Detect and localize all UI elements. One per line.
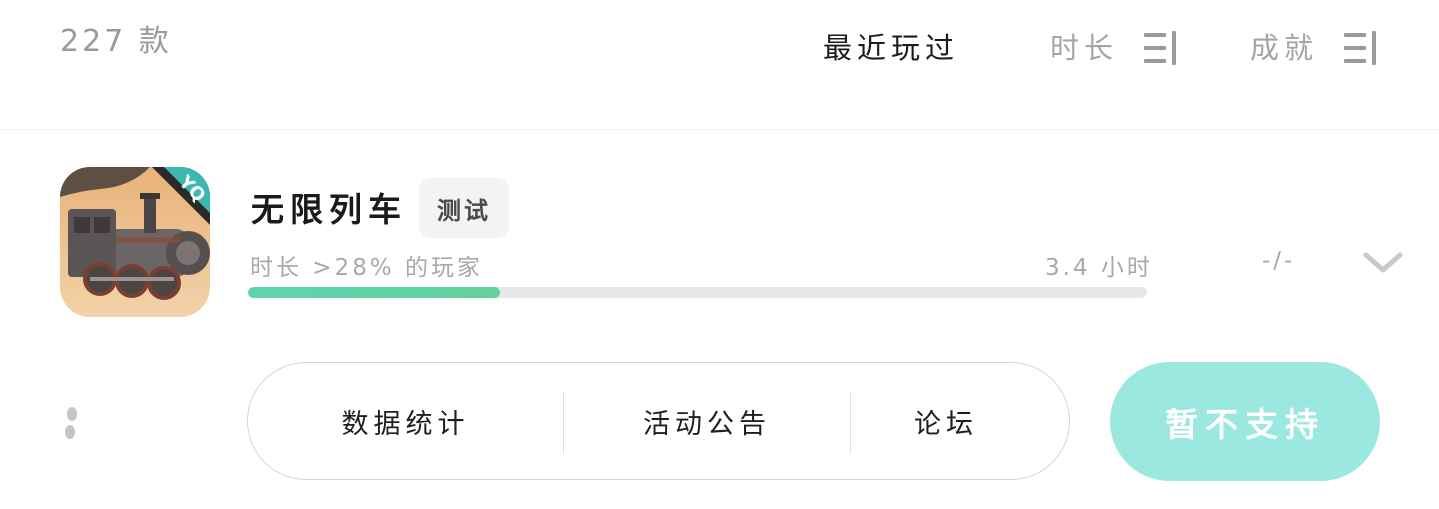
game-title[interactable]: 无限列车 bbox=[251, 183, 407, 231]
header-divider bbox=[0, 129, 1439, 130]
action-button-group: 数据统计 活动公告 论坛 bbox=[247, 362, 1070, 480]
data-stats-button[interactable]: 数据统计 bbox=[248, 363, 563, 479]
events-button[interactable]: 活动公告 bbox=[564, 363, 850, 479]
progress-fill bbox=[248, 287, 500, 298]
sort-duration-label: 时长 bbox=[1050, 31, 1119, 65]
events-label: 活动公告 bbox=[643, 408, 771, 440]
sort-order-icon bbox=[1344, 31, 1377, 65]
sort-order-icon bbox=[1144, 31, 1177, 65]
playtime-rank-text: 时长 >28% 的玩家 bbox=[250, 255, 484, 281]
sort-achievement[interactable]: 成就 bbox=[1250, 25, 1380, 67]
more-vertical-icon bbox=[65, 407, 77, 439]
playtime-progress-bar bbox=[248, 287, 1147, 298]
sort-recent[interactable]: 最近玩过 bbox=[823, 25, 959, 67]
expand-button[interactable] bbox=[1363, 247, 1403, 277]
sort-duration[interactable]: 时长 bbox=[1050, 25, 1180, 67]
forum-button[interactable]: 论坛 bbox=[851, 363, 1041, 479]
train-icon: YQ bbox=[60, 167, 210, 317]
playtime-value: 3.4 小时 bbox=[1045, 255, 1153, 281]
sort-recent-label: 最近玩过 bbox=[823, 31, 960, 65]
test-tag: 测试 bbox=[419, 178, 509, 238]
game-count: 227 款 bbox=[60, 24, 172, 59]
data-stats-label: 数据统计 bbox=[341, 408, 470, 440]
sort-achievement-label: 成就 bbox=[1250, 31, 1319, 65]
chevron-down-icon bbox=[1363, 252, 1403, 273]
game-icon[interactable]: YQ bbox=[60, 167, 210, 317]
forum-label: 论坛 bbox=[914, 408, 978, 440]
achievement-value: -/- bbox=[1262, 248, 1296, 274]
not-supported-button[interactable]: 暂不支持 bbox=[1110, 362, 1380, 481]
more-options-button[interactable] bbox=[64, 406, 80, 440]
